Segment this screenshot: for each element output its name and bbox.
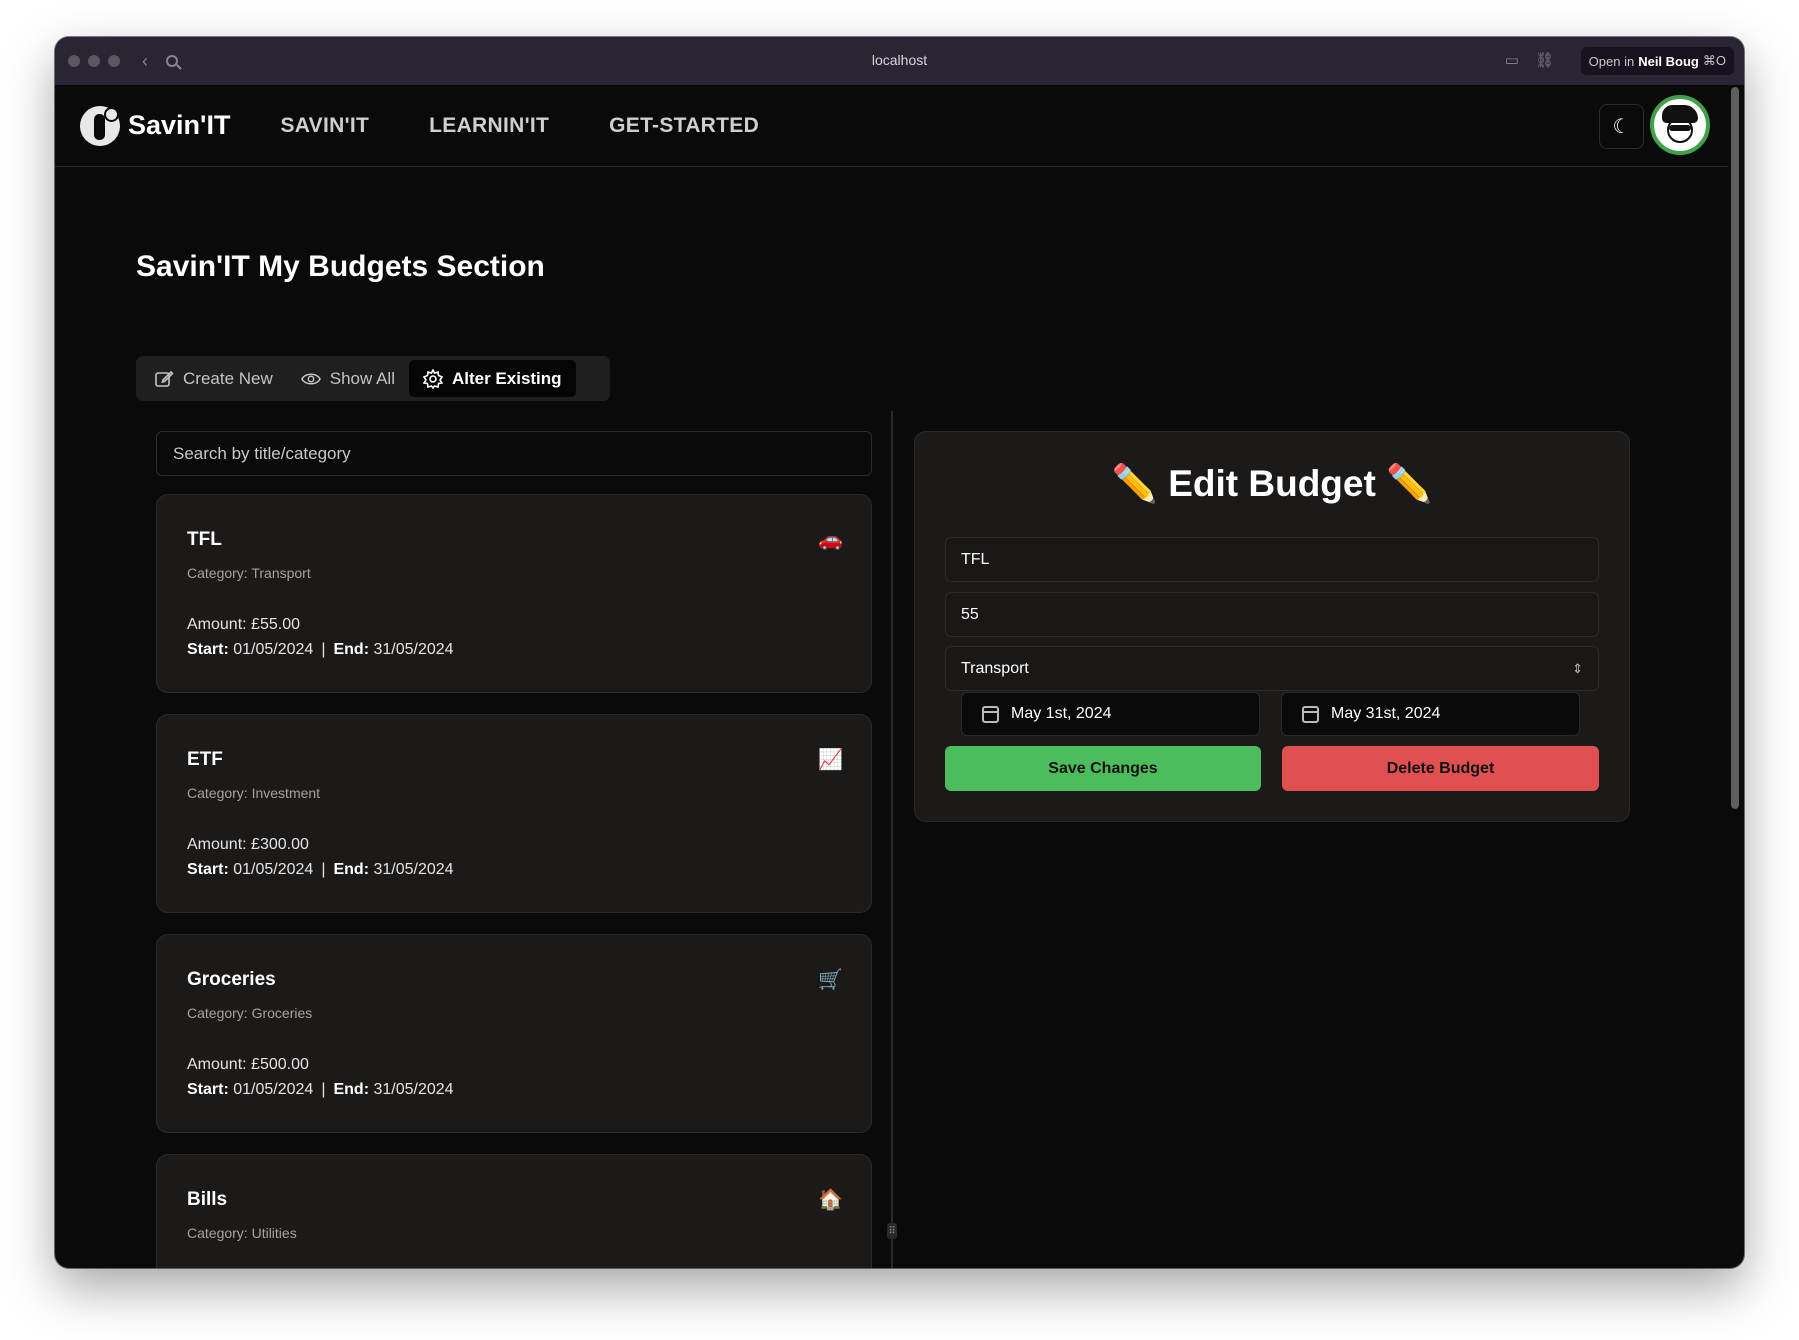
budget-dates: Start: 01/05/2024 | End: 31/05/2024 xyxy=(187,1081,454,1098)
category-select[interactable]: Transport ⇕ xyxy=(945,646,1599,691)
budget-card[interactable]: Groceries 🛒 Category: Groceries Amount: … xyxy=(156,934,872,1133)
tab-label: Alter Existing xyxy=(451,368,562,388)
car-icon: 🚗 xyxy=(818,529,843,551)
panel-divider xyxy=(891,411,893,1268)
link-icon[interactable]: ⛓ xyxy=(1535,51,1554,69)
settings-icon xyxy=(422,368,443,389)
avatar-image xyxy=(1662,105,1698,145)
window-controls[interactable] xyxy=(68,55,120,67)
end-date-label: May 31st, 2024 xyxy=(1331,705,1441,722)
cart-icon: 🛒 xyxy=(818,969,843,991)
budget-card[interactable]: Bills 🏠 Category: Utilities xyxy=(156,1154,872,1268)
budget-amount-field[interactable]: 55 xyxy=(945,592,1599,637)
budget-category: Category: Groceries xyxy=(187,1005,313,1021)
house-icon: 🏠 xyxy=(818,1189,843,1211)
budget-amount: Amount: £500.00 xyxy=(187,1056,309,1073)
budget-amount: Amount: £55.00 xyxy=(187,616,300,633)
end-date-picker[interactable]: May 31st, 2024 xyxy=(1281,692,1580,736)
chart-up-icon: 📈 xyxy=(818,749,843,771)
open-in-user: Neil Boug xyxy=(1638,53,1699,69)
open-in-button[interactable]: Open in Neil Boug ⌘O xyxy=(1580,47,1734,75)
open-in-shortcut: ⌘O xyxy=(1702,53,1726,68)
edit-budget-title: ✏️ Edit Budget ✏️ xyxy=(1111,463,1433,504)
calendar-icon xyxy=(982,705,999,723)
budget-title: Groceries xyxy=(187,969,276,990)
tab-show-all[interactable]: Show All xyxy=(287,360,409,397)
start-date-picker[interactable]: May 1st, 2024 xyxy=(961,692,1260,736)
main-nav: SAVIN'IT LEARNIN'IT GET-STARTED xyxy=(280,114,759,138)
budget-card[interactable]: TFL 🚗 Category: Transport Amount: £55.00… xyxy=(156,494,872,693)
budget-title: Bills xyxy=(187,1189,228,1210)
browser-chrome: ‹ localhost ▭ ⛓ Open in Neil Boug ⌘O xyxy=(55,37,1744,85)
edit-budget-panel: ✏️ Edit Budget ✏️ TFL 55 Transport ⇕ May… xyxy=(914,431,1630,822)
budget-tabs: Create New Show All Alter Existing xyxy=(136,356,610,401)
search-icon[interactable] xyxy=(166,55,178,67)
delete-budget-button[interactable]: Delete Budget xyxy=(1282,746,1599,791)
budget-title-field[interactable]: TFL xyxy=(945,537,1599,582)
budget-title: ETF xyxy=(187,749,223,770)
close-dot[interactable] xyxy=(68,55,80,67)
eye-icon xyxy=(300,369,321,389)
app-header: Savin'IT SAVIN'IT LEARNIN'IT GET-STARTED… xyxy=(55,85,1728,167)
avatar[interactable] xyxy=(1650,95,1710,155)
theme-toggle-button[interactable]: ☾ xyxy=(1599,104,1644,149)
budget-dates: Start: 01/05/2024 | End: 31/05/2024 xyxy=(187,861,454,878)
resize-handle[interactable]: ⠿ xyxy=(887,1223,897,1239)
nav-learnin-it[interactable]: LEARNIN'IT xyxy=(429,114,549,138)
budget-title: TFL xyxy=(187,529,222,550)
tab-alter-existing[interactable]: Alter Existing xyxy=(408,360,576,397)
save-changes-button[interactable]: Save Changes xyxy=(945,746,1261,791)
back-arrow-icon[interactable]: ‹ xyxy=(142,51,148,72)
reader-icon[interactable]: ▭ xyxy=(1505,51,1519,69)
tab-create-new[interactable]: Create New xyxy=(140,360,287,397)
budget-amount: Amount: £300.00 xyxy=(187,836,309,853)
tab-label: Create New xyxy=(183,368,273,388)
nav-savinit[interactable]: SAVIN'IT xyxy=(280,114,369,138)
browser-window: ‹ localhost ▭ ⛓ Open in Neil Boug ⌘O Sav… xyxy=(55,37,1744,1268)
open-in-prefix: Open in xyxy=(1588,53,1635,69)
budget-card[interactable]: ETF 📈 Category: Investment Amount: £300.… xyxy=(156,714,872,913)
category-select-value: Transport xyxy=(961,659,1029,677)
browser-actions: ▭ ⛓ xyxy=(1505,51,1554,69)
address-bar[interactable]: localhost xyxy=(55,52,1744,68)
nav-get-started[interactable]: GET-STARTED xyxy=(609,114,759,138)
scrollbar[interactable] xyxy=(1731,87,1741,809)
moon-icon: ☾ xyxy=(1612,116,1631,138)
logo[interactable]: Savin'IT xyxy=(80,105,231,146)
start-date-label: May 1st, 2024 xyxy=(1011,705,1112,722)
logo-icon xyxy=(80,105,120,146)
chevron-updown-icon: ⇕ xyxy=(1572,660,1583,676)
budget-category: Category: Utilities xyxy=(187,1225,297,1241)
tab-label: Show All xyxy=(329,368,395,388)
maximize-dot[interactable] xyxy=(108,55,120,67)
search-input[interactable] xyxy=(156,431,872,476)
minimize-dot[interactable] xyxy=(88,55,100,67)
calendar-icon xyxy=(1302,705,1319,723)
budget-dates: Start: 01/05/2024 | End: 31/05/2024 xyxy=(187,641,454,658)
budget-category: Category: Transport xyxy=(187,565,311,581)
page-title: Savin'IT My Budgets Section xyxy=(136,250,545,283)
budget-category: Category: Investment xyxy=(187,785,321,801)
logo-text: Savin'IT xyxy=(128,110,231,140)
edit-icon xyxy=(154,369,174,389)
